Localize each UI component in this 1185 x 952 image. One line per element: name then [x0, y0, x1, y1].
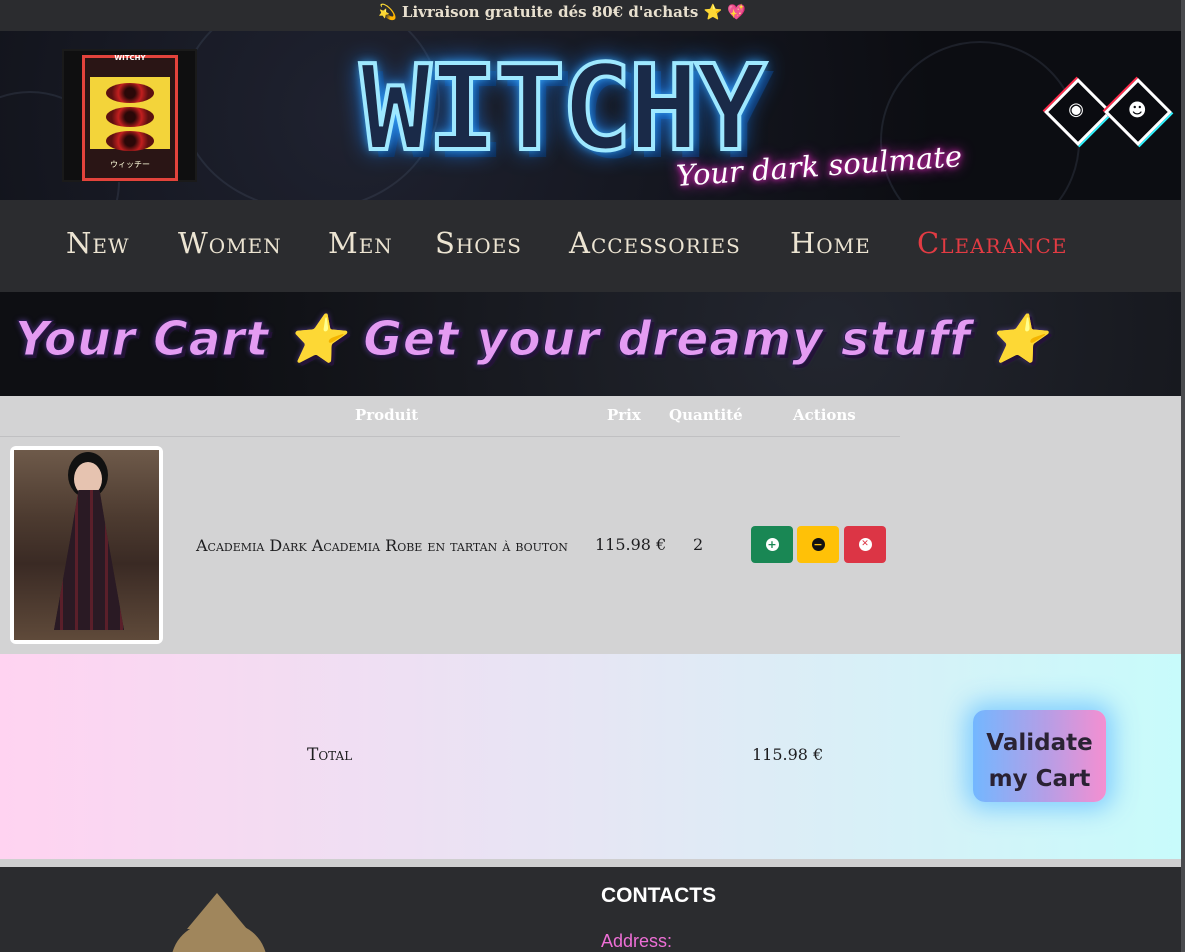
- logo-caption: ウィッチー: [110, 160, 150, 169]
- validate-cart-button[interactable]: Validate my Cart: [973, 710, 1106, 802]
- decrease-quantity-button[interactable]: −: [797, 526, 839, 563]
- nav-item-women[interactable]: Women: [178, 226, 282, 260]
- site-footer: CONTACTS Address:: [0, 867, 1181, 952]
- total-label: Total: [307, 745, 353, 765]
- site-logo[interactable]: WITCHY ウィッチー: [62, 49, 197, 182]
- wizard-face: [171, 923, 267, 952]
- nav-item-accessories[interactable]: Accessories: [569, 226, 741, 260]
- nav-item-men[interactable]: Men: [328, 226, 393, 260]
- logo-eye: [106, 107, 154, 127]
- promo-bar: 💫 Livraison gratuite dés 80€ d'achats ⭐ …: [0, 0, 1185, 31]
- site-header: WITCHY ウィッチー WITCHY Your dark soulmate ◉…: [0, 31, 1181, 200]
- nav-item-shoes[interactable]: Shoes: [435, 226, 522, 260]
- cart-table: Produit Prix Quantité Actions Academia D…: [0, 396, 1181, 654]
- product-image[interactable]: [10, 446, 163, 644]
- logo-eye: [106, 83, 154, 103]
- cart-banner: Your Cart ⭐ Get your dreamy stuff ⭐: [0, 292, 1181, 396]
- remove-item-button[interactable]: ✕: [844, 526, 886, 563]
- cart-banner-title: Your Cart ⭐ Get your dreamy stuff ⭐: [15, 312, 1048, 368]
- increase-quantity-button[interactable]: +: [751, 526, 793, 563]
- product-quantity: 2: [693, 535, 704, 554]
- main-nav: New Women Men Shoes Accessories Home Cle…: [0, 200, 1181, 292]
- total-amount: 115.98 €: [752, 745, 824, 764]
- minus-icon: −: [811, 538, 825, 551]
- col-header-actions: Actions: [793, 406, 856, 424]
- product-photo: [14, 450, 159, 640]
- cart-table-header: Produit Prix Quantité Actions: [0, 396, 900, 437]
- logo-small-text: WITCHY: [114, 54, 146, 62]
- alien-glyph: ☻: [1127, 100, 1147, 122]
- alien-icon[interactable]: ☻: [1104, 78, 1172, 146]
- cart-total: Total 115.98 € Validate my Cart: [0, 654, 1181, 859]
- address-label: Address:: [601, 931, 673, 951]
- close-icon: ✕: [858, 538, 872, 551]
- contacts-heading: CONTACTS: [601, 884, 717, 907]
- product-price: 115.98 €: [595, 535, 667, 554]
- nav-item-home[interactable]: Home: [790, 226, 871, 260]
- page-scrollbar[interactable]: [1181, 0, 1185, 952]
- nav-item-new[interactable]: New: [66, 226, 130, 260]
- product-name[interactable]: Academia Dark Academia Robe en tartan à …: [196, 536, 568, 555]
- col-header-price: Prix: [607, 406, 641, 424]
- wizard-logo-icon: [171, 893, 267, 952]
- witch-eye-glyph: ◉: [1068, 98, 1084, 120]
- col-header-quantity: Quantité: [669, 406, 743, 424]
- plus-icon: +: [765, 538, 779, 551]
- promo-text: 💫 Livraison gratuite dés 80€ d'achats ⭐ …: [378, 3, 747, 21]
- nav-item-clearance[interactable]: Clearance: [917, 226, 1067, 260]
- logo-eye: [106, 131, 154, 151]
- col-header-product: Produit: [355, 406, 419, 424]
- section-divider: [0, 859, 1181, 867]
- tartan-dress: [54, 490, 124, 630]
